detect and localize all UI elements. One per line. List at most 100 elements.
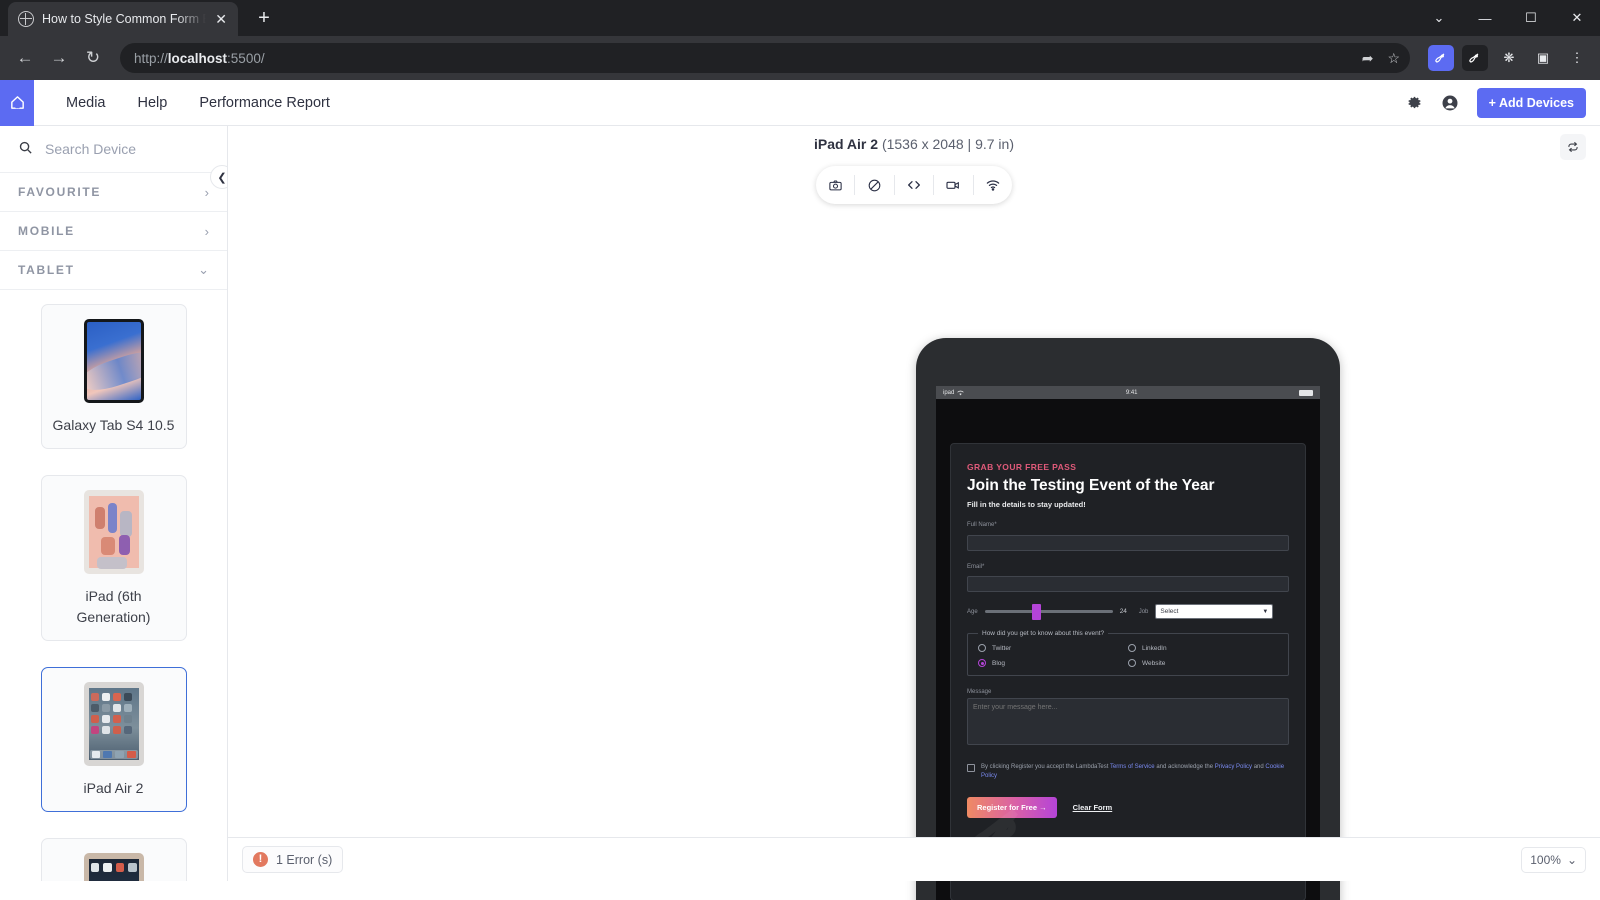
tab-title: How to Style Common Form Elem (42, 12, 206, 26)
stage-device-spec: (1536 x 2048 | 9.7 in) (881, 136, 1014, 152)
form-eyebrow: GRAB YOUR FREE PASS (967, 462, 1077, 472)
share-icon[interactable]: ➦ (1362, 50, 1374, 67)
window-close-button[interactable]: ✕ (1554, 0, 1600, 36)
status-bar: ! 1 Error (s) 100% ⌄ (228, 837, 1600, 881)
email-input[interactable] (967, 576, 1289, 592)
nav-item-media[interactable]: Media (66, 95, 106, 111)
sidebar-group-label: MOBILE (18, 224, 75, 238)
radio-option-blog[interactable]: Blog (978, 659, 1128, 667)
device-thumbnail (83, 682, 144, 766)
device-carrier-label: ipad (943, 389, 955, 396)
field-label: Message (967, 689, 992, 695)
sidebar-group-tablet[interactable]: TABLET ⌄ (0, 251, 227, 290)
camera-icon[interactable] (816, 175, 856, 195)
window-minimize-button[interactable]: — (1462, 0, 1508, 36)
account-icon[interactable] (1441, 94, 1459, 112)
device-stage: iPad Air 2 (1536 x 2048 | 9.7 in) ipad 9… (228, 126, 1600, 900)
app-header: Media Help Performance Report + Add Devi… (0, 79, 1600, 126)
forward-button[interactable]: → (44, 43, 74, 73)
device-card-label: iPad Air 2 (83, 780, 144, 796)
tab-search-chevron-icon[interactable]: ⌄ (1416, 0, 1462, 36)
error-icon: ! (253, 852, 268, 867)
register-button[interactable]: Register for Free → (967, 796, 1057, 818)
sidebar-collapse-button[interactable]: ❮ (210, 165, 227, 189)
consent-text-2: and acknowledge the (1154, 764, 1215, 770)
tab-close-icon[interactable]: ✕ (214, 12, 228, 26)
form-subheading: Fill in the details to stay updated! (967, 500, 1086, 509)
lambdatest-extension-icon[interactable] (1428, 45, 1454, 71)
window-maximize-button[interactable]: ☐ (1508, 0, 1554, 36)
browser-tab-strip: How to Style Common Form Elem ✕ + ⌄ — ☐ … (0, 0, 1600, 36)
field-label: Full Name* (967, 522, 997, 528)
new-tab-button[interactable]: + (252, 7, 276, 30)
app-nav: Media Help Performance Report (66, 95, 330, 111)
gear-icon[interactable] (1406, 94, 1423, 111)
reload-button[interactable]: ↻ (78, 43, 108, 73)
device-card-partial[interactable] (40, 838, 187, 881)
device-card-galaxy-tab-s4[interactable]: Galaxy Tab S4 10.5 (40, 304, 187, 449)
video-icon[interactable] (934, 175, 974, 195)
chevron-left-icon: ❮ (217, 171, 227, 184)
error-chip[interactable]: ! 1 Error (s) (242, 846, 344, 873)
search-icon (18, 140, 33, 159)
zoom-control[interactable]: 100% ⌄ (1521, 846, 1586, 873)
consent-text-3: and (1252, 764, 1266, 770)
device-card-ipad-6th-generation[interactable]: iPad (6th Generation) (40, 475, 187, 641)
star-icon[interactable]: ☆ (1387, 50, 1400, 67)
wifi-icon[interactable] (974, 175, 1012, 195)
header-actions: + Add Devices (1406, 87, 1586, 118)
lambdatest-dark-icon[interactable] (1462, 45, 1488, 71)
puzzle-icon[interactable]: ❋ (1496, 45, 1522, 71)
radio-label: Twitter (992, 644, 1012, 652)
form-actions: Register for Free → Clear Form (967, 796, 1289, 818)
terms-of-service-link[interactable]: Terms of Service (1110, 764, 1155, 770)
search-input[interactable] (45, 141, 195, 157)
side-panel-icon[interactable]: ▣ (1530, 45, 1556, 71)
referral-options: Twitter LinkedIn Blog Website (978, 644, 1278, 667)
device-status-time: 9:41 (1125, 389, 1138, 396)
clear-form-button[interactable]: Clear Form (1073, 803, 1113, 812)
sidebar-group-mobile[interactable]: MOBILE › (0, 212, 227, 251)
age-slider[interactable] (984, 603, 1113, 620)
job-select-value: Select (1160, 608, 1179, 615)
radio-option-linkedin[interactable]: LinkedIn (1128, 644, 1278, 652)
radio-option-twitter[interactable]: Twitter (978, 644, 1128, 652)
field-email: Email* (967, 564, 1289, 592)
stage-device-title: iPad Air 2 (1536 x 2048 | 9.7 in) (228, 126, 1600, 152)
rotate-device-button[interactable] (1560, 134, 1586, 160)
extension-bar: ❋ ▣ ⋮ (1422, 45, 1590, 71)
code-icon[interactable] (895, 175, 935, 195)
kebab-menu-icon[interactable]: ⋮ (1564, 45, 1590, 71)
privacy-policy-link[interactable]: Privacy Policy (1215, 764, 1252, 770)
add-devices-button[interactable]: + Add Devices (1476, 87, 1586, 118)
device-list: Galaxy Tab S4 10.5 iPad (6th Generation) (0, 290, 227, 881)
browser-tab[interactable]: How to Style Common Form Elem ✕ (8, 2, 238, 36)
device-card-label: Galaxy Tab S4 10.5 (52, 417, 175, 433)
nav-item-performance-report[interactable]: Performance Report (199, 95, 330, 111)
omnibox-actions: ➦ ☆ (1362, 50, 1400, 67)
registration-form-card: GRAB YOUR FREE PASS Join the Testing Eve… (950, 443, 1306, 900)
job-label: Job (1138, 608, 1149, 615)
home-button[interactable] (0, 79, 34, 126)
no-entry-icon[interactable] (855, 175, 895, 195)
device-viewport: GRAB YOUR FREE PASS Join the Testing Eve… (936, 399, 1320, 900)
job-select[interactable]: Select ▼ (1155, 604, 1274, 619)
device-status-left: ipad (943, 389, 965, 396)
device-thumbnail (83, 490, 144, 574)
age-slider-track (984, 610, 1113, 613)
message-textarea[interactable] (967, 698, 1289, 745)
sidebar-group-favourite[interactable]: FAVOURITE › (0, 173, 227, 212)
device-card-ipad-air-2[interactable]: iPad Air 2 (40, 667, 187, 812)
consent-text: By clicking Register you accept the Lamb… (981, 763, 1289, 782)
back-button[interactable]: ← (10, 43, 40, 73)
app-body: FAVOURITE › MOBILE › TABLET ⌄ Galaxy Tab… (0, 126, 1600, 900)
consent-checkbox[interactable] (967, 764, 975, 772)
address-bar[interactable]: http://localhost:5500/ ➦ ☆ (120, 43, 1410, 73)
nav-item-help[interactable]: Help (138, 95, 168, 111)
radio-indicator-selected (978, 659, 986, 667)
age-label: Age (967, 608, 978, 615)
age-slider-thumb[interactable] (1031, 603, 1041, 620)
full-name-input[interactable] (967, 534, 1289, 551)
radio-option-website[interactable]: Website (1128, 659, 1278, 667)
sidebar-group-label: TABLET (18, 263, 75, 277)
